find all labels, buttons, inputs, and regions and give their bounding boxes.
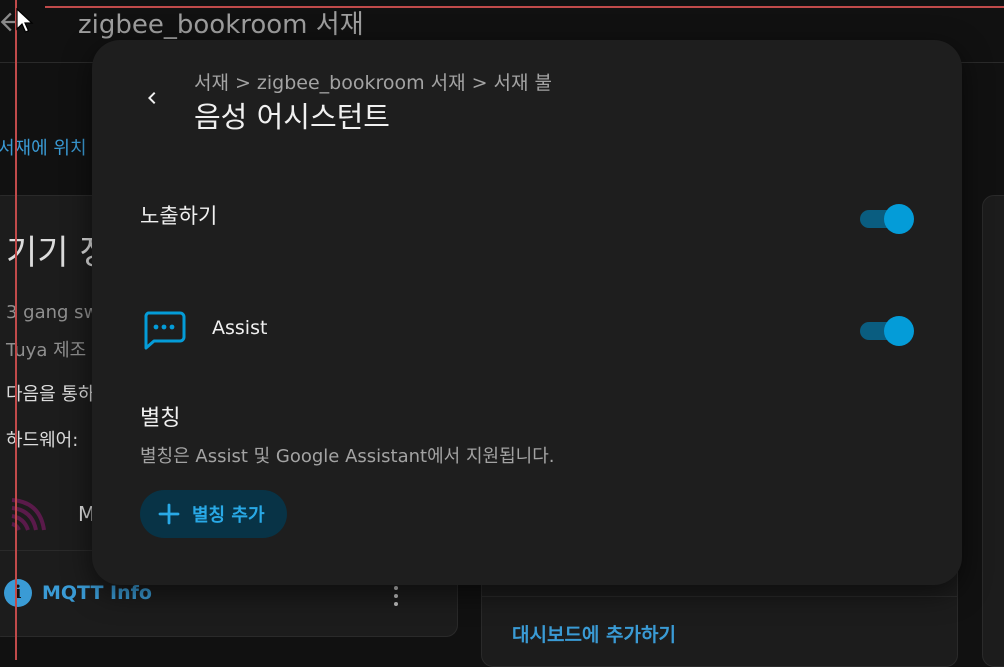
breadcrumb-item: 서재 불	[493, 72, 553, 94]
chevron-left-icon[interactable]	[140, 86, 164, 110]
breadcrumb: 서재 > zigbee_bookroom 서재 > 서재 불	[194, 68, 552, 95]
device-connected-via-text: 다음을 통하	[6, 384, 95, 405]
card-divider	[481, 596, 957, 597]
chat-bubble-icon	[144, 311, 186, 350]
breadcrumb-item: 서재	[194, 72, 229, 94]
breadcrumb-separator: >	[234, 72, 251, 94]
toggle-knob	[884, 316, 914, 346]
aliases-heading: 별칭	[140, 406, 181, 431]
assist-label: Assist	[212, 317, 268, 339]
device-manufacturer-text: Tuya 제조	[6, 340, 87, 361]
add-alias-label: 별칭 추가	[192, 505, 265, 526]
overlay-line-vertical	[15, 0, 17, 660]
side-card	[982, 195, 1004, 667]
area-link[interactable]: 서재에 위치	[0, 134, 87, 160]
add-to-dashboard-link[interactable]: 대시보드에 추가하기	[512, 620, 676, 647]
info-icon: i	[4, 579, 32, 607]
add-alias-button[interactable]: 별칭 추가	[140, 490, 287, 538]
dialog-title: 음성 어시스턴트	[194, 100, 390, 134]
overlay-line-horizontal	[45, 6, 1004, 8]
assist-toggle[interactable]	[860, 314, 916, 346]
aliases-description: 별칭은 Assist 및 Google Assistant에서 지원됩니다.	[140, 446, 555, 467]
mouse-cursor-icon	[16, 8, 34, 33]
breadcrumb-separator: >	[471, 72, 488, 94]
expose-toggle[interactable]	[860, 202, 916, 234]
device-model-text: 3 gang sw	[6, 302, 99, 323]
page-title: zigbee_bookroom 서재	[78, 10, 364, 40]
expose-label: 노출하기	[140, 204, 218, 228]
voice-assistant-dialog: 서재 > zigbee_bookroom 서재 > 서재 불 음성 어시스턴트 노출하기…	[92, 40, 962, 585]
breadcrumb-item: zigbee_bookroom 서재	[256, 72, 466, 94]
plus-icon	[158, 503, 180, 525]
toggle-knob	[884, 204, 914, 234]
more-options-icon[interactable]	[392, 584, 400, 608]
mqtt-info-link[interactable]: MQTT Info	[42, 582, 152, 604]
